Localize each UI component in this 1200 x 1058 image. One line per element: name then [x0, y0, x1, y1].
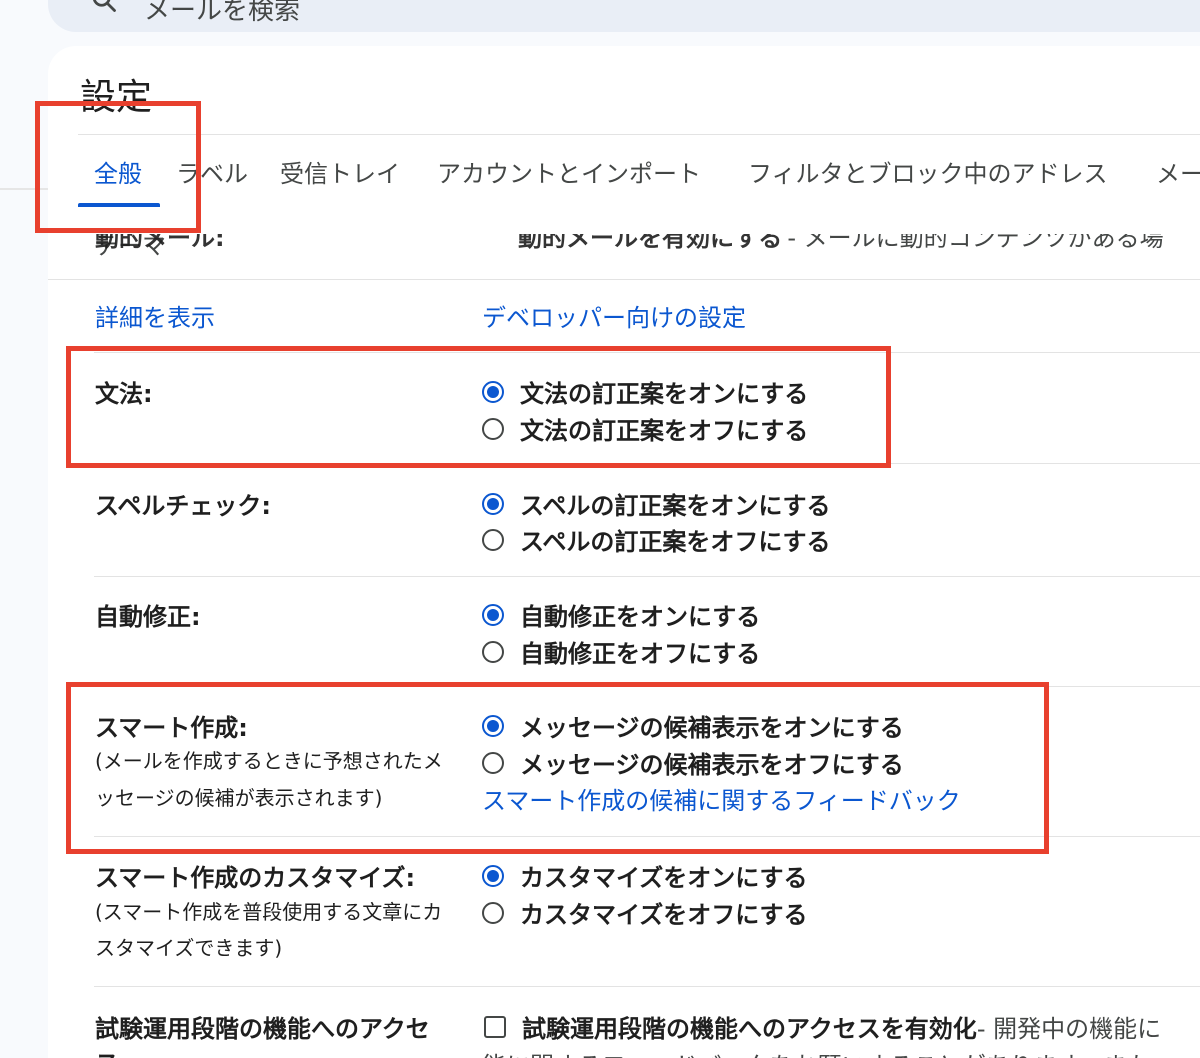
radio-unchecked-icon[interactable] — [482, 640, 504, 663]
tab-labels[interactable]: ラベル — [176, 154, 248, 189]
radio-unchecked-icon[interactable] — [482, 417, 504, 440]
developer-settings-link[interactable]: デベロッパー向けの設定 — [482, 298, 746, 333]
smart-compose-off-label: メッセージの候補表示をオフにする — [520, 751, 904, 779]
radio-checked-icon[interactable] — [482, 603, 504, 626]
experimental-option[interactable]: 試験運用段階の機能へのアクセスを有効化 - 開発中の機能に — [484, 1009, 1161, 1044]
grammar-label: 文法: — [95, 380, 153, 408]
smart-compose-custom-label: スマート作成のカスタマイズ: — [95, 864, 416, 892]
grammar-on-option[interactable]: 文法の訂正案をオンにする — [482, 374, 808, 409]
smart-compose-on-label: メッセージの候補表示をオンにする — [520, 714, 904, 742]
tab-forwarding[interactable]: メー — [1156, 154, 1200, 189]
page-title: 設定 — [80, 77, 153, 118]
autocorrect-label: 自動修正: — [95, 603, 201, 631]
divider — [94, 576, 1200, 577]
divider — [78, 134, 1200, 135]
experimental-label-2: ス: — [95, 1044, 129, 1058]
dynamic-mail-option-clip: 動的メールを有効にする - メールに動的コンテンツがある場 — [482, 234, 1200, 260]
smart-compose-desc-1: (メールを作成するときに予想されたメ — [95, 749, 443, 773]
dynamic-mail-option: 動的メールを有効にする — [518, 234, 783, 252]
dynamic-mail-desc: - メールに動的コンテンツがある場 — [787, 234, 1164, 252]
autocorrect-on-label: 自動修正をオンにする — [520, 603, 761, 631]
search-bar[interactable]: メールを検索 — [48, 0, 1200, 32]
tab-accounts-import[interactable]: アカウントとインポート — [437, 154, 701, 189]
experimental-desc: - 開発中の機能に — [976, 1015, 1162, 1043]
tab-general[interactable]: 全般 — [94, 154, 142, 189]
search-input[interactable]: メールを検索 — [144, 0, 300, 27]
radio-unchecked-icon[interactable] — [482, 901, 504, 924]
checkbox-unchecked-icon[interactable] — [484, 1015, 506, 1038]
autocorrect-off-option[interactable]: 自動修正をオフにする — [482, 634, 760, 669]
smart-compose-custom-on-option[interactable]: カスタマイズをオンにする — [482, 858, 808, 893]
grammar-off-label: 文法の訂正案をオフにする — [520, 417, 809, 445]
radio-checked-icon[interactable] — [482, 714, 504, 737]
grammar-off-option[interactable]: 文法の訂正案をオフにする — [482, 411, 808, 446]
tab-filters-blocked[interactable]: フィルタとブロック中のアドレス — [748, 154, 1108, 189]
smart-compose-feedback-link[interactable]: スマート作成の候補に関するフィードバック — [482, 781, 961, 816]
spellcheck-off-label: スペルの訂正案をオフにする — [520, 528, 831, 556]
radio-unchecked-icon[interactable] — [482, 751, 504, 774]
smart-compose-custom-off-option[interactable]: カスタマイズをオフにする — [482, 895, 808, 930]
active-tab-indicator — [78, 203, 160, 207]
details-link[interactable]: 詳細を表示 — [95, 298, 215, 333]
experimental-label-1: 試験運用段階の機能へのアクセ — [95, 1015, 430, 1043]
smart-compose-custom-on-label: カスタマイズをオンにする — [520, 864, 808, 892]
experimental-option-label: 試験運用段階の機能へのアクセスを有効化 — [522, 1015, 977, 1043]
tab-inbox[interactable]: 受信トレイ — [280, 154, 400, 189]
radio-unchecked-icon[interactable] — [482, 528, 504, 551]
divider — [94, 986, 1200, 987]
autocorrect-off-label: 自動修正をオフにする — [520, 640, 761, 668]
spellcheck-on-option[interactable]: スペルの訂正案をオンにする — [482, 486, 831, 521]
experimental-desc-2: 能に関するフィードバックをお願いすることがあります。また — [482, 1046, 1151, 1058]
divider — [94, 686, 1200, 687]
divider — [48, 279, 1200, 280]
dynamic-mail-label-clip: 動的メール: — [95, 234, 225, 260]
radio-checked-icon[interactable] — [482, 492, 504, 515]
divider — [0, 188, 48, 190]
spellcheck-label: スペルチェック: — [95, 492, 271, 520]
radio-checked-icon[interactable] — [482, 380, 504, 403]
divider — [94, 463, 1200, 464]
smart-compose-label: スマート作成: — [95, 714, 248, 742]
radio-checked-icon[interactable] — [482, 864, 504, 887]
smart-compose-custom-desc-2: スタマイズできます) — [95, 936, 283, 960]
spellcheck-off-option[interactable]: スペルの訂正案をオフにする — [482, 522, 831, 557]
smart-compose-custom-desc-1: (スマート作成を普段使用する文章にカ — [95, 900, 443, 924]
autocorrect-on-option[interactable]: 自動修正をオンにする — [482, 597, 760, 632]
divider — [94, 836, 1200, 837]
search-icon[interactable] — [90, 0, 118, 14]
smart-compose-on-option[interactable]: メッセージの候補表示をオンにする — [482, 708, 904, 743]
divider — [94, 352, 1200, 353]
grammar-on-label: 文法の訂正案をオンにする — [520, 380, 809, 408]
smart-compose-desc-2: ッセージの候補が表示されます) — [95, 786, 383, 810]
smart-compose-off-option[interactable]: メッセージの候補表示をオフにする — [482, 745, 904, 780]
spellcheck-on-label: スペルの訂正案をオンにする — [520, 492, 831, 520]
dynamic-mail-label: 動的メール: — [95, 234, 225, 252]
smart-compose-custom-off-label: カスタマイズをオフにする — [520, 901, 808, 929]
